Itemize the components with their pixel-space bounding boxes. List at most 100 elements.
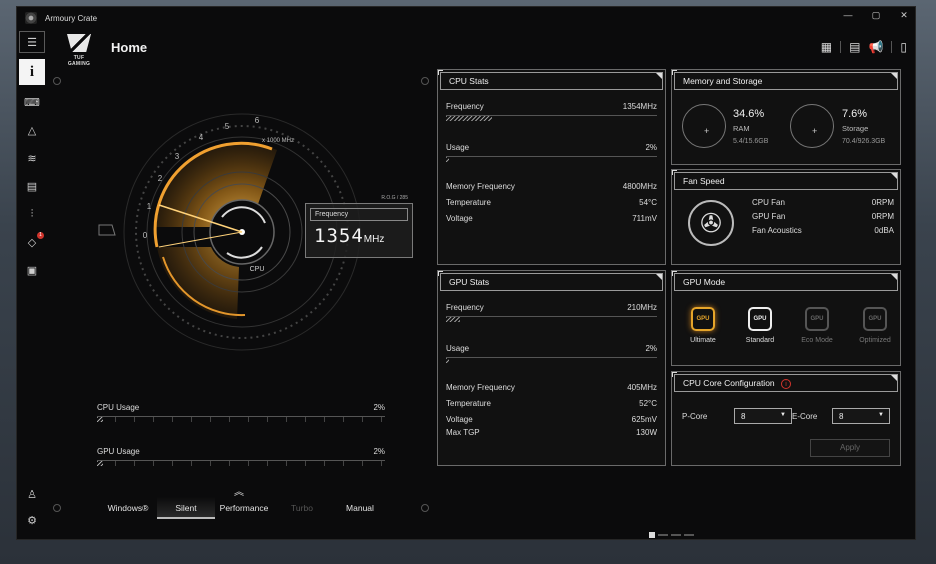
title-bar: Armoury Crate — ▢ ✕ — [17, 7, 915, 29]
core-config-title-bar: CPU Core Configuration i — [672, 372, 898, 392]
ram-ring: + — [682, 104, 726, 148]
mode-indicator-icon: ︽ — [234, 487, 244, 498]
news-icon: ▣ — [26, 264, 38, 277]
gpu-mode-title: GPU Mode — [672, 271, 898, 291]
p-core-label: P-Core — [682, 412, 708, 421]
app-icon — [25, 12, 37, 24]
brand-text: TUF GAMING — [67, 55, 91, 67]
mode-performance[interactable]: Performance — [215, 497, 273, 519]
hamburger-menu-icon[interactable]: ☰ — [19, 31, 45, 53]
cpu-usage-meter: CPU Usage 2% — [97, 403, 385, 422]
info-icon[interactable]: i — [781, 379, 792, 389]
storage-label: Storage — [842, 124, 869, 133]
gauge-tick-5: 5 — [225, 122, 230, 131]
sidebar-item-aura[interactable]: △ — [19, 119, 45, 141]
gpu-mode-standard[interactable]: GPU Standard — [737, 307, 783, 344]
box-tag: R.O.G / 285 — [381, 195, 408, 201]
close-button[interactable]: ✕ — [897, 10, 911, 21]
apply-button[interactable]: Apply — [810, 439, 890, 457]
mode-turbo[interactable]: Turbo — [273, 497, 331, 519]
tuf-logo: TUF GAMING — [63, 34, 95, 67]
cpu-voltage-value: 711mV — [632, 214, 657, 223]
gpu-frequency-value: 210MHz — [627, 303, 657, 312]
gpu-memory-frequency-value: 405MHz — [627, 383, 657, 392]
gpu-temperature-value: 52°C — [639, 399, 657, 408]
info-icon: i — [29, 63, 35, 80]
sidebar-item-deals[interactable]: ◇ 1 — [19, 231, 45, 253]
cpu-usage-value: 2% — [373, 403, 385, 412]
window-title: Armoury Crate — [45, 13, 98, 23]
gpu-mode-panel: GPU Mode GPU Ultimate GPU Standard GPU Eco … — [671, 270, 901, 366]
cpu-fan-value: 0RPM — [871, 198, 894, 207]
memory-storage-title: Memory and Storage — [672, 70, 898, 90]
fan-acoustics-value: 0dBA — [874, 226, 894, 235]
gpu-chip-icon: GPU — [805, 307, 829, 331]
gauge-tick-2: 2 — [158, 174, 163, 183]
gpu-chip-icon: GPU — [748, 307, 772, 331]
megaphone-icon[interactable]: 📢 — [868, 40, 883, 54]
sidebar-item-settings-mixer[interactable]: ⫶ — [19, 203, 45, 225]
memory-storage-panel: Memory and Storage + 34.6% RAM 5.4/15.6G… — [671, 69, 901, 165]
app-window: Armoury Crate — ▢ ✕ ☰ i ⌨ △ ≋ ▤ ⫶ ◇ 1 ▣ ♙… — [16, 6, 916, 540]
keyboard-icon: ⌨ — [24, 96, 40, 109]
mode-windows[interactable]: Windows® — [99, 497, 157, 519]
gpu-usage-label: GPU Usage — [97, 447, 140, 456]
p-core-select[interactable]: 8 ▼ — [734, 408, 792, 424]
sidebar-item-news[interactable]: ▣ — [19, 259, 45, 281]
gpu-stats-title: GPU Stats — [438, 271, 663, 291]
sidebar-item-gamevisual[interactable]: ≋ — [19, 147, 45, 169]
chevron-down-icon: ▼ — [878, 412, 884, 418]
gpu-usage-value: 2% — [373, 447, 385, 456]
cpu-core-config-panel: CPU Core Configuration i P-Core 8 ▼ E-Cor… — [671, 371, 901, 466]
core-config-title: CPU Core Configuration — [683, 378, 775, 388]
gpu-mode-eco[interactable]: GPU Eco Mode — [794, 307, 840, 344]
frequency-label: Frequency — [310, 208, 408, 221]
gauge-unit-label: x 1000 MHz — [262, 138, 294, 144]
sidebar-item-user-center[interactable]: ♙ — [19, 483, 45, 505]
gpu-mode-optimized[interactable]: GPU Optimized — [852, 307, 898, 344]
cpu-memory-frequency-value: 4800MHz — [622, 182, 657, 191]
chevron-down-icon: ▼ — [780, 412, 786, 418]
cpu-frequency-value: 1354MHz — [622, 102, 657, 111]
gpu-mode-ultimate[interactable]: GPU Ultimate — [680, 307, 726, 344]
bell-icon: ♙ — [27, 488, 37, 501]
widget-layout-icon[interactable]: ▦ — [821, 40, 832, 54]
notification-badge: 1 — [37, 232, 44, 239]
operating-mode-tabs: Windows® Silent Performance Turbo Manual — [99, 497, 389, 519]
aura-icon: △ — [27, 124, 37, 137]
mode-manual[interactable]: Manual — [331, 497, 389, 519]
gpu-voltage-value: 625mV — [631, 415, 657, 424]
e-core-select[interactable]: 8 ▼ — [832, 408, 890, 424]
gauge-center-label: CPU — [250, 266, 265, 273]
page-title: Home — [111, 40, 148, 55]
gauge-tick-3: 3 — [175, 152, 180, 161]
gpu-chip-icon: GPU — [863, 307, 887, 331]
sidebar-item-settings[interactable]: ⚙ — [19, 509, 45, 531]
ram-detail: 5.4/15.6GB — [733, 138, 769, 145]
maximize-button[interactable]: ▢ — [869, 10, 883, 21]
ram-label: RAM — [733, 124, 750, 133]
gpu-max-tgp-value: 130W — [636, 428, 657, 437]
minimize-button[interactable]: — — [841, 10, 855, 21]
gpu-usage-meter: GPU Usage 2% — [97, 447, 385, 466]
gpu-usage-stat: 2% — [645, 344, 657, 353]
sidebar-item-home[interactable]: i — [19, 59, 45, 85]
storage-percent: 7.6% — [842, 108, 868, 120]
cpu-usage-label: CPU Usage — [97, 403, 140, 412]
fan-speed-panel: Fan Speed ✇ CPU Fan 0RPM GPU Fan 0RPM Fan … — [671, 169, 901, 265]
frequency-value: 1354MHz — [314, 225, 385, 247]
page-indicator — [649, 532, 694, 538]
gpu-fan-value: 0RPM — [871, 212, 894, 221]
cpu-temperature-value: 54°C — [639, 198, 657, 207]
sidebar-item-devices[interactable]: ⌨ — [19, 91, 45, 113]
battery-icon[interactable]: ▯ — [900, 40, 907, 54]
sidebar-item-game-library[interactable]: ▤ — [19, 175, 45, 197]
cpu-usage-stat: 2% — [645, 143, 657, 152]
doc-icon[interactable]: ▤ — [849, 40, 860, 54]
mode-silent[interactable]: Silent — [157, 497, 215, 519]
fan-speed-title: Fan Speed — [672, 170, 898, 190]
storage-ring: + — [790, 104, 834, 148]
gauge-tick-6: 6 — [255, 116, 260, 125]
gear-icon: ⚙ — [27, 514, 37, 527]
storage-detail: 70.4/926.3GB — [842, 138, 886, 145]
